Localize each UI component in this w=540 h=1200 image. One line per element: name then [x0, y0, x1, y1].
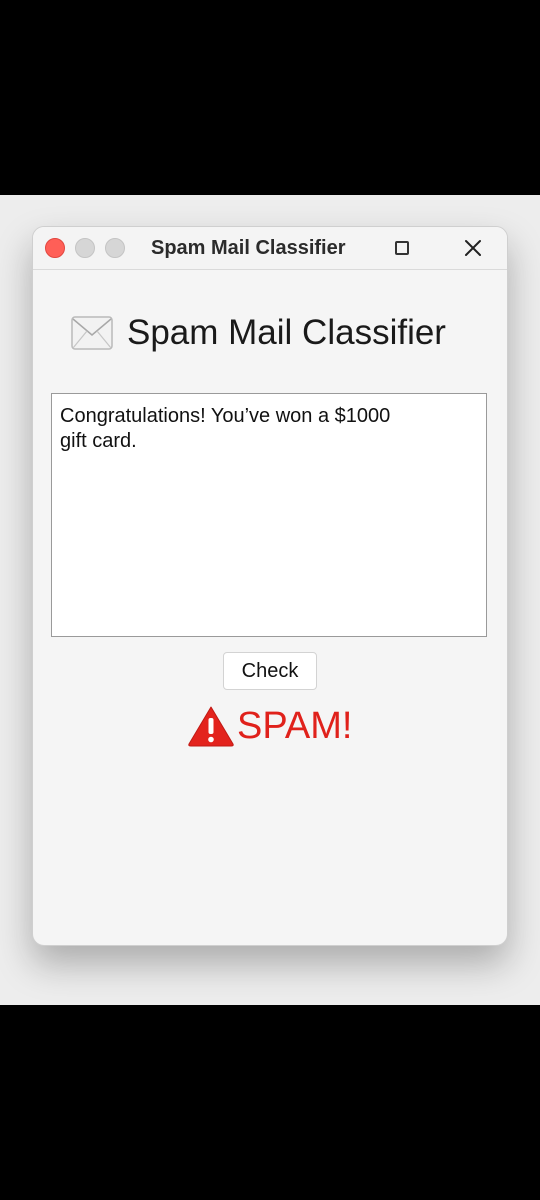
- page-title: Spam Mail Classifier: [127, 313, 446, 352]
- app-heading: Spam Mail Classifier: [71, 311, 446, 355]
- title-bar[interactable]: Spam Mail Classifier: [33, 227, 507, 270]
- message-line: gift card.: [60, 430, 137, 452]
- window-title: Spam Mail Classifier: [151, 237, 346, 259]
- minimize-window-light[interactable]: [75, 238, 95, 258]
- envelope-icon: [71, 316, 113, 350]
- close-window-light[interactable]: [45, 238, 65, 258]
- message-line: Congratulations! You’ve won a $1000: [60, 405, 391, 427]
- zoom-window-light[interactable]: [105, 238, 125, 258]
- warning-icon: [188, 706, 234, 747]
- close-icon[interactable]: [461, 236, 485, 260]
- result-text: SPAM!: [237, 704, 353, 747]
- maximize-icon[interactable]: [395, 241, 409, 255]
- message-textarea[interactable]: Congratulations! You’ve won a $1000 gift…: [51, 393, 487, 637]
- app-window: Spam Mail Classifier Spam Mail Classifie…: [32, 226, 508, 946]
- check-button[interactable]: Check: [223, 652, 317, 690]
- result-label: SPAM!: [187, 703, 352, 749]
